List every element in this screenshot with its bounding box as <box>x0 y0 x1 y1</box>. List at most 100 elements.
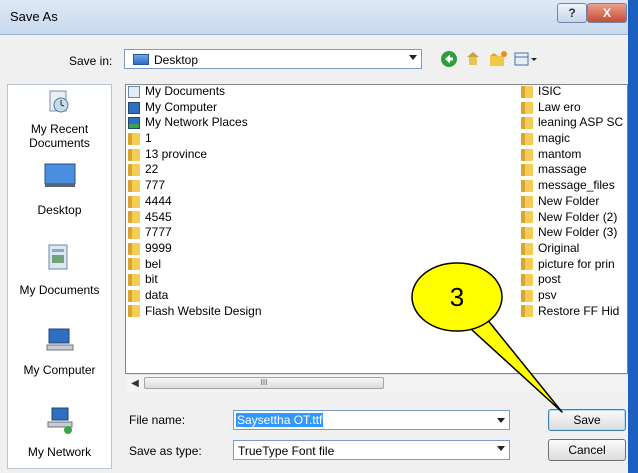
cancel-button[interactable]: Cancel <box>548 439 626 461</box>
close-button[interactable]: X <box>587 3 627 23</box>
list-item[interactable]: 13 province <box>128 147 428 163</box>
chevron-down-icon <box>409 55 417 60</box>
place-my-network[interactable]: My Network <box>8 403 111 467</box>
desktop-icon <box>44 163 76 187</box>
place-label: My Network <box>27 445 92 459</box>
list-item[interactable]: New Folder (3) <box>521 225 627 241</box>
item-label: 13 province <box>145 146 208 161</box>
list-item[interactable]: 22 <box>128 162 428 178</box>
scrollbar-thumb[interactable]: III <box>144 377 384 389</box>
place-label: My Computer <box>23 363 96 377</box>
item-label: bel <box>145 256 162 271</box>
list-item[interactable]: bit <box>128 272 428 288</box>
place-label: Desktop <box>37 203 82 217</box>
save-in-value: Desktop <box>154 53 199 67</box>
folder-icon <box>128 164 140 177</box>
folder-icon <box>521 211 533 224</box>
folder-icon <box>521 179 533 192</box>
folder-icon <box>128 211 140 224</box>
item-label: leaning ASP SC <box>538 115 624 130</box>
save-in-label: Save in: <box>69 54 113 68</box>
back-arrow-icon[interactable] <box>440 50 458 68</box>
my-documents-icon <box>48 244 68 270</box>
folder-icon <box>521 164 533 177</box>
list-item[interactable]: leaning ASP SC <box>521 115 627 131</box>
folder-icon <box>128 274 140 287</box>
file-column: My Documents My Computer My Network Places… <box>128 84 428 320</box>
thumb-grip: III <box>260 378 268 387</box>
item-label: mantom <box>538 146 582 161</box>
item-label: message_files <box>538 178 615 193</box>
list-item[interactable]: message_files <box>521 178 627 194</box>
list-item[interactable]: mantom <box>521 146 627 163</box>
place-my-recent-documents[interactable]: My Recent Documents <box>8 85 111 151</box>
save-in-dropdown[interactable]: Desktop <box>124 49 422 69</box>
item-label: ISIC <box>538 84 562 98</box>
folder-icon <box>128 289 140 302</box>
item-label: 9999 <box>145 240 172 255</box>
list-item[interactable]: Flash Website Design <box>128 304 428 320</box>
item-label: My Documents <box>145 84 226 98</box>
background-window-edge <box>628 0 638 473</box>
list-item[interactable]: 4444 <box>128 194 428 210</box>
list-item[interactable]: massage <box>521 162 627 178</box>
item-label: My Computer <box>145 99 218 114</box>
folder-icon <box>521 132 533 145</box>
item-label: 22 <box>145 162 159 177</box>
list-item[interactable]: 777 <box>128 178 428 194</box>
list-item[interactable]: data <box>128 288 428 304</box>
documents-icon <box>128 85 140 98</box>
my-network-icon <box>47 407 73 434</box>
folder-icon <box>128 258 140 271</box>
new-folder-icon[interactable] <box>488 50 508 68</box>
list-item[interactable]: New Folder (2) <box>521 209 627 226</box>
up-folder-icon[interactable] <box>464 50 482 68</box>
folder-icon <box>128 242 140 255</box>
item-label: Law ero <box>538 99 581 114</box>
item-label: New Folder (2) <box>538 209 618 224</box>
list-item[interactable]: My Documents <box>128 84 428 100</box>
views-menu-icon[interactable] <box>514 50 538 68</box>
place-my-computer[interactable]: My Computer <box>8 323 111 383</box>
list-item[interactable]: 4545 <box>128 210 428 226</box>
network-icon <box>128 117 140 130</box>
place-my-documents[interactable]: My Documents <box>8 242 111 304</box>
item-label: 4444 <box>145 193 172 208</box>
place-desktop[interactable]: Desktop <box>8 163 111 223</box>
list-item[interactable]: Law ero <box>521 99 627 116</box>
list-item[interactable]: New Folder <box>521 194 627 210</box>
list-item[interactable]: ISIC <box>521 84 627 100</box>
folder-icon <box>521 85 533 98</box>
file-name-label: File name: <box>129 413 186 427</box>
place-label: My Documents <box>19 283 100 297</box>
item-label: 4545 <box>145 209 172 224</box>
folder-icon <box>521 148 533 161</box>
places-bar: My Recent Documents Desktop My Documents… <box>7 84 112 469</box>
list-item[interactable]: 7777 <box>128 225 428 241</box>
item-label: 7777 <box>145 225 172 240</box>
list-item[interactable]: magic <box>521 131 627 147</box>
item-label: data <box>145 287 169 302</box>
list-item[interactable]: My Network Places <box>128 115 428 131</box>
step-callout <box>411 262 563 413</box>
folder-icon <box>521 227 533 240</box>
folder-icon <box>128 132 140 145</box>
folder-icon <box>521 242 533 255</box>
item-label: 1 <box>145 131 152 146</box>
folder-icon <box>128 179 140 192</box>
scroll-left-icon[interactable]: ◀ <box>127 376 143 391</box>
callout-number: 3 <box>449 282 465 312</box>
help-button[interactable]: ? <box>557 3 587 23</box>
save-as-type-dropdown[interactable]: TrueType Font file <box>233 440 510 460</box>
item-label: 777 <box>145 178 166 193</box>
save-as-type-label: Save as type: <box>129 444 202 458</box>
item-label: bit <box>145 272 158 287</box>
list-item[interactable]: 1 <box>128 131 428 147</box>
item-label: massage <box>538 162 587 177</box>
close-icon: X <box>602 6 611 20</box>
computer-icon <box>128 101 140 114</box>
list-item[interactable]: bel <box>128 257 428 273</box>
folder-icon <box>128 227 140 240</box>
list-item[interactable]: 9999 <box>128 241 428 257</box>
list-item[interactable]: My Computer <box>128 100 428 116</box>
